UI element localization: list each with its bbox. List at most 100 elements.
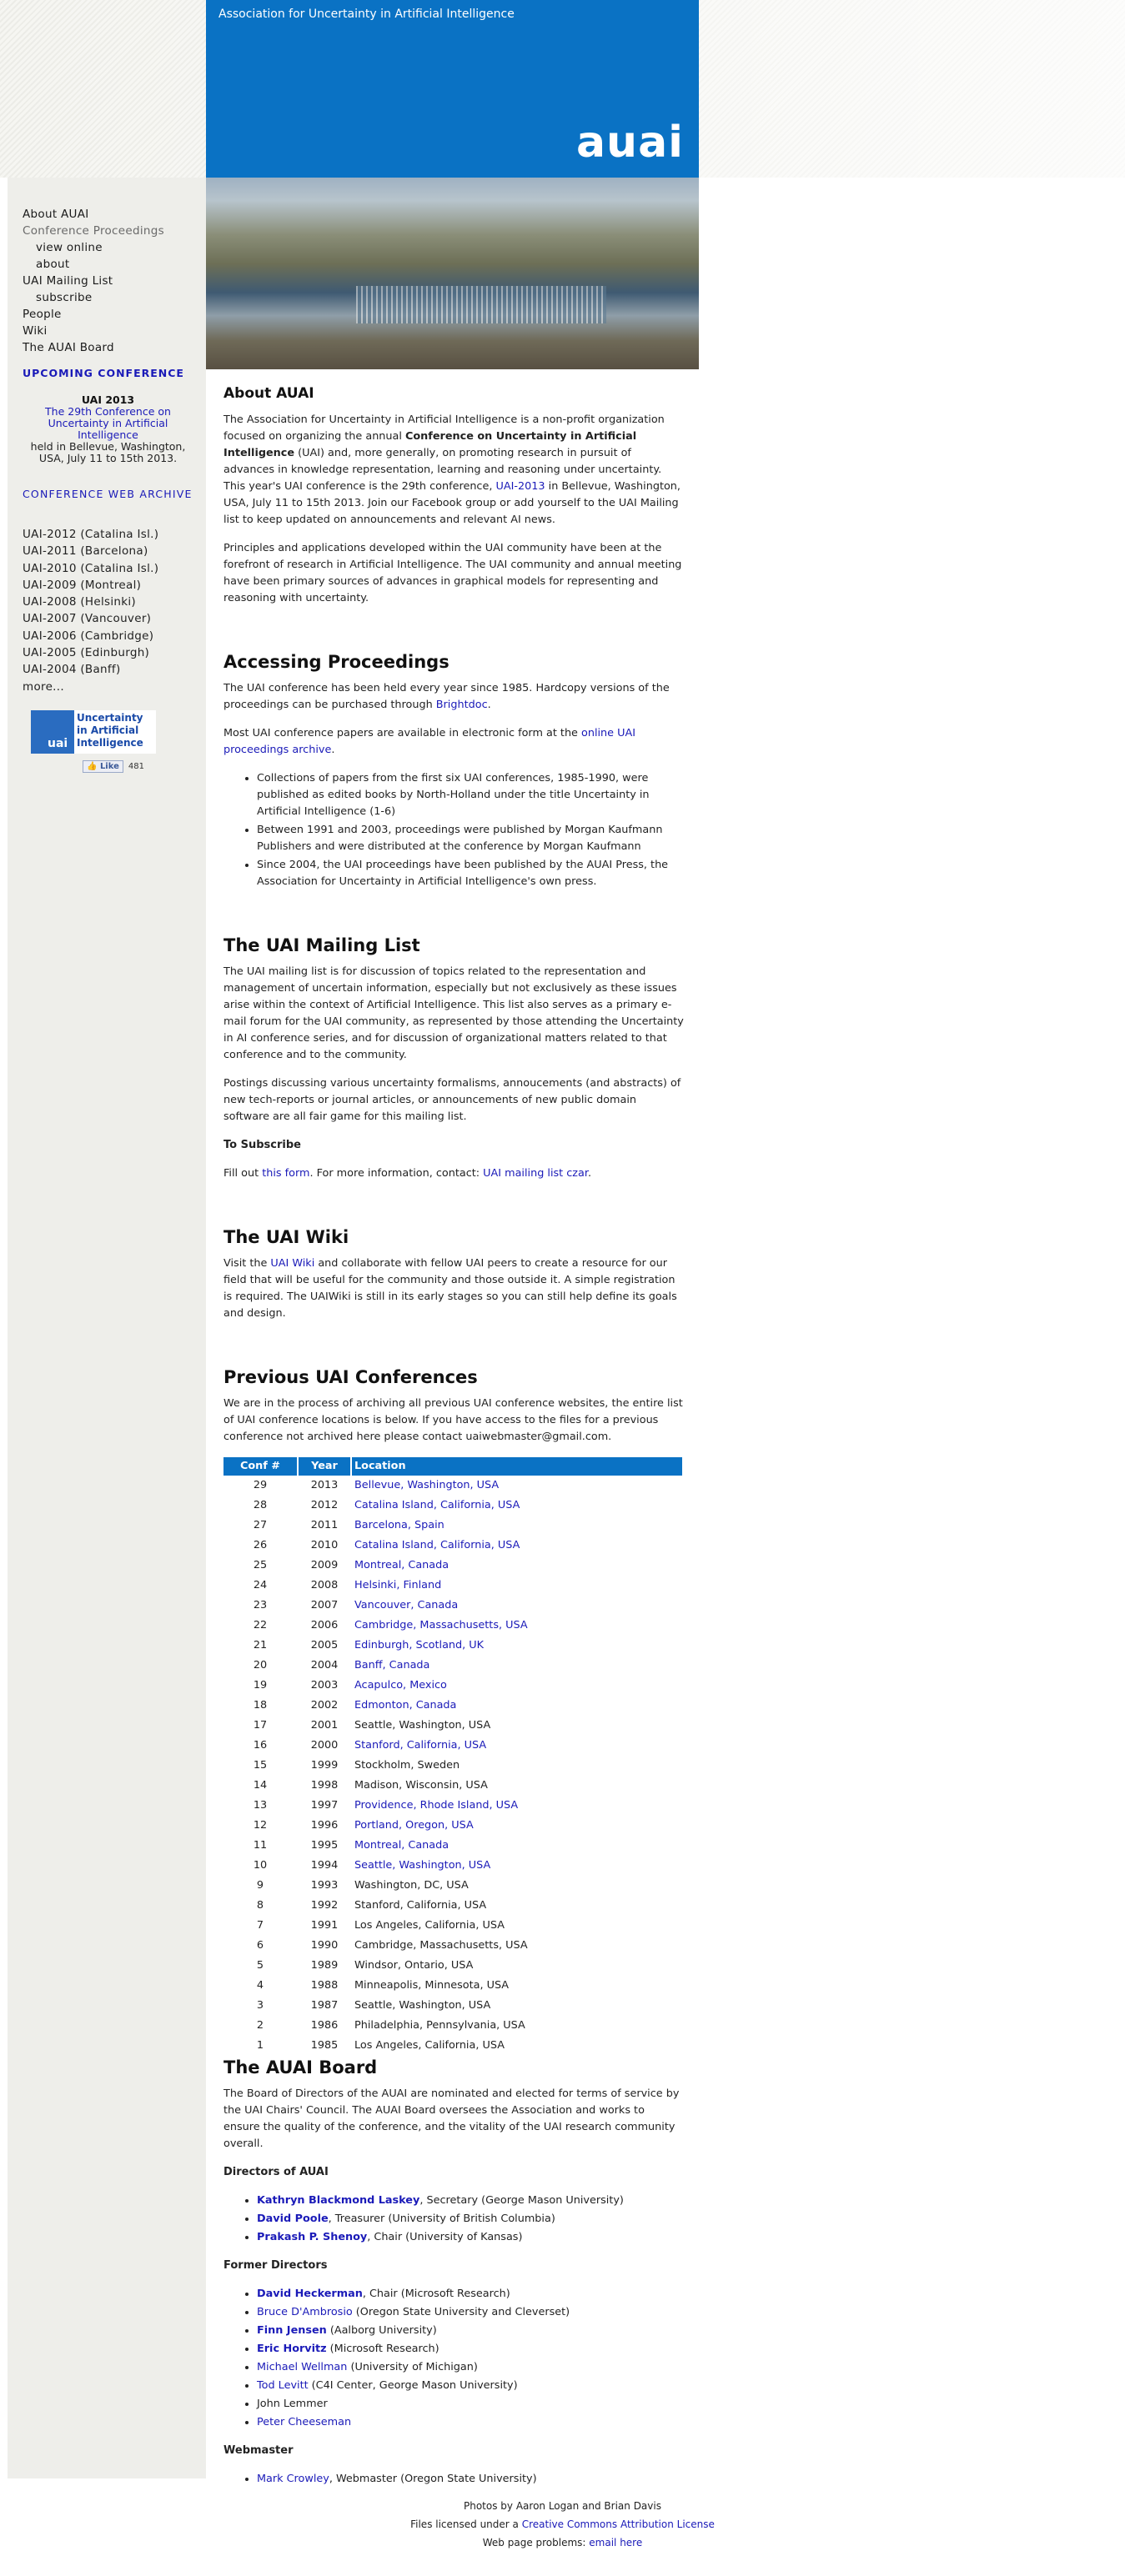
mailing-paragraph-1: The UAI mailing list is for discussion o… bbox=[223, 965, 684, 1061]
location-link[interactable]: Cambridge, Massachusetts, USA bbox=[354, 1619, 528, 1631]
archive-item[interactable]: UAI-2005 (Edinburgh) bbox=[23, 644, 158, 661]
location-link[interactable]: Edmonton, Canada bbox=[354, 1699, 456, 1711]
person-item: John Lemmer bbox=[257, 2396, 684, 2413]
location-link[interactable]: Stanford, California, USA bbox=[354, 1739, 486, 1752]
person-peter-cheeseman[interactable]: Peter Cheeseman bbox=[257, 2416, 351, 2428]
location-link[interactable]: Catalina Island, California, USA bbox=[354, 1499, 520, 1511]
conf-number-cell: 29 bbox=[253, 1479, 268, 1491]
person-tod-levitt[interactable]: Tod Levitt bbox=[257, 2379, 309, 2392]
nav-item-wiki[interactable]: Wiki bbox=[23, 323, 164, 339]
location-link[interactable]: Barcelona, Spain bbox=[354, 1519, 444, 1531]
table-row: 15 1999 Stockholm, Sweden bbox=[223, 1756, 682, 1776]
person-finn-jensen[interactable]: Finn Jensen bbox=[257, 2324, 327, 2337]
location-link[interactable]: Bellevue, Washington, USA bbox=[354, 1479, 499, 1491]
person-role: , Webmaster (Oregon State University) bbox=[329, 2473, 537, 2485]
nav-item-people[interactable]: People bbox=[23, 306, 164, 323]
person-prakash-p-shenoy[interactable]: Prakash P. Shenoy bbox=[257, 2231, 367, 2243]
table-row: 16 2000 Stanford, California, USA bbox=[223, 1736, 682, 1756]
archive-item[interactable]: more... bbox=[23, 679, 158, 695]
person-david-poole[interactable]: David Poole bbox=[257, 2213, 329, 2225]
person-item: Peter Cheeseman bbox=[257, 2414, 684, 2431]
archive-item[interactable]: UAI-2012 (Catalina Isl.) bbox=[23, 526, 158, 543]
nav-item-the-auai-board[interactable]: The AUAI Board bbox=[23, 339, 164, 356]
location-link[interactable]: Vancouver, Canada bbox=[354, 1599, 458, 1611]
location-cell: Seattle, Washington, USA bbox=[352, 1996, 682, 2016]
archive-item[interactable]: UAI-2006 (Cambridge) bbox=[23, 628, 158, 644]
person-bruce-d-ambrosio[interactable]: Bruce D'Ambrosio bbox=[257, 2306, 353, 2318]
location-link[interactable]: Helsinki, Finland bbox=[354, 1579, 441, 1591]
table-row: 22 2006 Cambridge, Massachusetts, USA bbox=[223, 1616, 682, 1636]
about-paragraph-2: Principles and applications developed wi… bbox=[223, 542, 682, 604]
person-eric-horvitz[interactable]: Eric Horvitz bbox=[257, 2343, 327, 2355]
table-row: 21 2005 Edinburgh, Scotland, UK bbox=[223, 1636, 682, 1656]
directors-list: Kathryn Blackmond Laskey, Secretary (Geo… bbox=[257, 2193, 684, 2246]
archive-item[interactable]: UAI-2007 (Vancouver) bbox=[23, 610, 158, 627]
nav-item-conference-proceedings[interactable]: Conference Proceedings bbox=[23, 223, 164, 239]
location-link[interactable]: Seattle, Washington, USA bbox=[354, 1859, 490, 1872]
uai-wiki-link[interactable]: UAI Wiki bbox=[270, 1257, 314, 1270]
uai-2013-link[interactable]: UAI-2013 bbox=[495, 480, 545, 493]
facebook-page-name[interactable]: Uncertainty in Artificial Intelligence bbox=[77, 712, 156, 749]
person-michael-wellman[interactable]: Michael Wellman bbox=[257, 2361, 347, 2373]
license-link[interactable]: Creative Commons Attribution License bbox=[522, 2518, 715, 2530]
location-link[interactable]: Edinburgh, Scotland, UK bbox=[354, 1639, 484, 1651]
year-cell: 1996 bbox=[310, 1819, 339, 1832]
site-tagline: Association for Uncertainty in Artificia… bbox=[218, 8, 515, 21]
location-link[interactable]: Montreal, Canada bbox=[354, 1839, 449, 1852]
nav-item-uai-mailing-list[interactable]: UAI Mailing List bbox=[23, 273, 164, 289]
conf-number-cell: 9 bbox=[256, 1879, 264, 1892]
location-link[interactable]: Portland, Oregon, USA bbox=[354, 1819, 474, 1832]
location-cell: Seattle, Washington, USA bbox=[352, 1716, 682, 1736]
nav-item-about[interactable]: about bbox=[23, 256, 164, 273]
license-line: Files licensed under a Creative Commons … bbox=[410, 2518, 715, 2530]
table-row: 9 1993 Washington, DC, USA bbox=[223, 1876, 682, 1896]
year-cell: 1986 bbox=[310, 2019, 339, 2032]
conf-number-cell: 19 bbox=[253, 1679, 268, 1691]
location-cell: Providence, Rhode Island, USA bbox=[352, 1796, 682, 1816]
facebook-badge[interactable]: uai Uncertainty in Artificial Intelligen… bbox=[31, 710, 156, 754]
person-role: , Chair (Microsoft Research) bbox=[362, 2288, 510, 2300]
subscribe-form-link[interactable]: this form bbox=[262, 1167, 309, 1180]
previous-section: Previous UAI Conferences We are in the p… bbox=[223, 1367, 684, 2056]
like-button[interactable]: 👍 Like bbox=[83, 760, 123, 773]
location-link[interactable]: Acapulco, Mexico bbox=[354, 1679, 447, 1691]
location-cell: Montreal, Canada bbox=[352, 1556, 682, 1576]
table-row: 4 1988 Minneapolis, Minnesota, USA bbox=[223, 1976, 682, 1996]
person-kathryn-blackmond-laskey[interactable]: Kathryn Blackmond Laskey bbox=[257, 2194, 419, 2207]
upcoming-link[interactable]: The 29th Conference on Uncertainty in Ar… bbox=[45, 405, 171, 441]
webmaster-list: Mark Crowley, Webmaster (Oregon State Un… bbox=[257, 2471, 684, 2488]
conf-number-cell: 4 bbox=[256, 1979, 264, 1992]
main-content: About AUAI The Association for Uncertain… bbox=[223, 383, 684, 2499]
archive-item[interactable]: UAI-2008 (Helsinki) bbox=[23, 594, 158, 610]
conf-number-cell: 3 bbox=[256, 1999, 264, 2012]
archive-item[interactable]: UAI-2011 (Barcelona) bbox=[23, 543, 158, 559]
location-link[interactable]: Banff, Canada bbox=[354, 1659, 429, 1671]
person-role: , Secretary (George Mason University) bbox=[419, 2194, 624, 2207]
mailing-czar-link[interactable]: UAI mailing list czar bbox=[483, 1167, 588, 1180]
year-cell: 1999 bbox=[310, 1759, 339, 1772]
nav-item-subscribe[interactable]: subscribe bbox=[23, 289, 164, 306]
location-text: Philadelphia, Pennsylvania, USA bbox=[354, 2019, 525, 2032]
about-paragraph-1: The Association for Uncertainty in Artif… bbox=[223, 413, 681, 526]
proceedings-list: Collections of papers from the first six… bbox=[257, 770, 684, 890]
brightdoc-link[interactable]: Brightdoc bbox=[436, 699, 488, 711]
person-david-heckerman[interactable]: David Heckerman bbox=[257, 2288, 363, 2300]
wiki-paragraph: Visit the UAI Wiki and collaborate with … bbox=[223, 1257, 677, 1320]
archive-item[interactable]: UAI-2010 (Catalina Isl.) bbox=[23, 560, 158, 577]
previous-title: Previous UAI Conferences bbox=[223, 1367, 478, 1387]
location-link[interactable]: Montreal, Canada bbox=[354, 1559, 449, 1571]
archive-item[interactable]: UAI-2004 (Banff) bbox=[23, 661, 158, 678]
year-cell: 1998 bbox=[310, 1779, 339, 1792]
location-cell: Catalina Island, California, USA bbox=[352, 1496, 682, 1516]
conf-number-cell: 13 bbox=[253, 1799, 268, 1812]
archive-item[interactable]: UAI-2009 (Montreal) bbox=[23, 577, 158, 594]
location-link[interactable]: Catalina Island, California, USA bbox=[354, 1539, 520, 1551]
proceedings-paragraph-1: The UAI conference has been held every y… bbox=[223, 682, 670, 711]
person-mark-crowley[interactable]: Mark Crowley bbox=[257, 2473, 329, 2485]
nav-item-view-online[interactable]: view online bbox=[23, 239, 164, 256]
site-logo[interactable]: auai bbox=[576, 118, 684, 168]
nav-item-about-auai[interactable]: About AUAI bbox=[23, 206, 164, 223]
location-link[interactable]: Providence, Rhode Island, USA bbox=[354, 1799, 518, 1812]
location-cell: Los Angeles, California, USA bbox=[352, 1916, 682, 1936]
email-link[interactable]: email here bbox=[589, 2537, 642, 2548]
